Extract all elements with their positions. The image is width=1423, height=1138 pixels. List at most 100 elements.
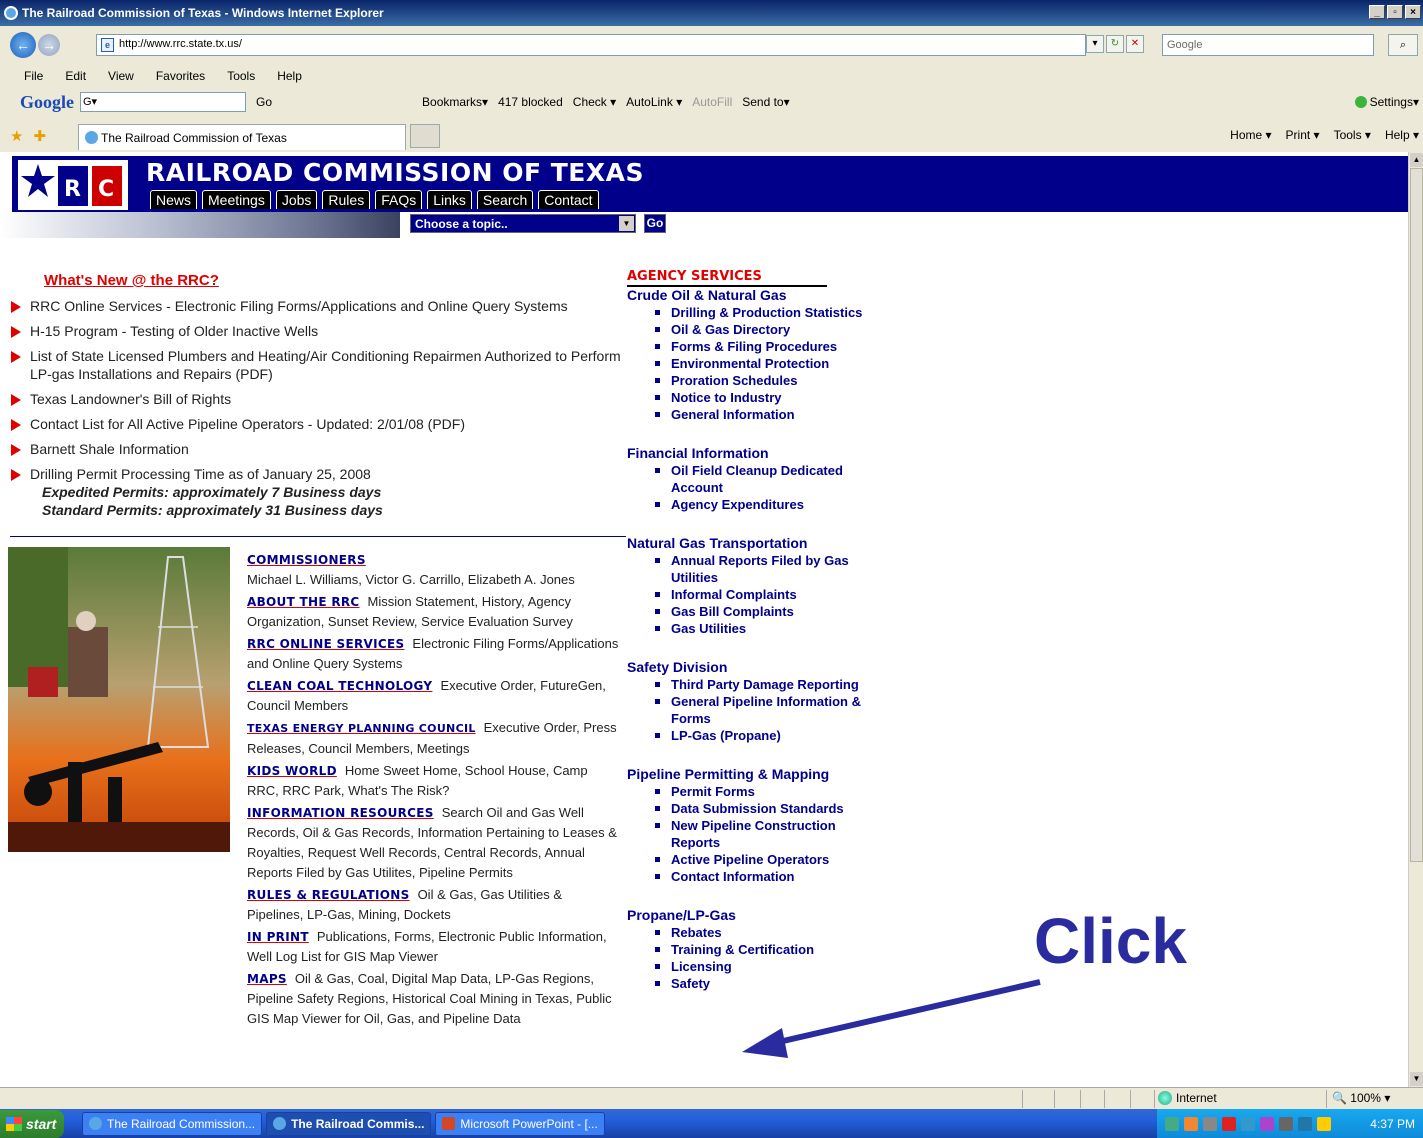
news-item[interactable]: Drilling Permit Processing Time as of Ja…	[10, 465, 626, 519]
section-propane[interactable]: Propane/LP-Gas	[627, 907, 867, 924]
link-active-operators[interactable]: Active Pipeline Operators	[653, 851, 867, 868]
new-tab-button[interactable]	[410, 124, 440, 148]
link-general-pipeline[interactable]: General Pipeline Information & Forms	[653, 693, 867, 727]
clean-coal-link[interactable]: Clean Coal Technology	[247, 679, 432, 693]
tray-icon[interactable]	[1165, 1116, 1179, 1131]
link-annual-reports[interactable]: Annual Reports Filed by Gas Utilities	[653, 552, 867, 586]
google-search-field[interactable]: G▾	[80, 92, 246, 112]
link-informal-complaints[interactable]: Informal Complaints	[653, 586, 867, 603]
help-button[interactable]: Help ▾	[1385, 128, 1419, 142]
nav-news[interactable]: News	[150, 190, 198, 209]
scroll-thumb[interactable]	[1410, 168, 1423, 862]
about-link[interactable]: About the RRC	[247, 595, 360, 609]
taskbar-item-ie2[interactable]: The Railroad Commis...	[266, 1111, 432, 1136]
refresh-icon[interactable]: ↻	[1106, 35, 1124, 53]
link-oil-field-cleanup[interactable]: Oil Field Cleanup Dedicated Account	[653, 462, 867, 496]
home-button[interactable]: Home ▾	[1230, 128, 1271, 142]
bookmarks-button[interactable]: Bookmarks▾	[422, 95, 488, 109]
link-notice-industry[interactable]: Notice to Industry	[653, 389, 867, 406]
autofill-button[interactable]: AutoFill	[692, 95, 732, 109]
section-pipeline-permitting[interactable]: Pipeline Permitting & Mapping	[627, 766, 867, 783]
search-input[interactable]: Google	[1162, 34, 1374, 56]
spell-check-button[interactable]: Check ▾	[573, 95, 616, 109]
topic-go-button[interactable]: Go	[644, 214, 666, 233]
news-item[interactable]: RRC Online Services - Electronic Filing …	[10, 297, 626, 315]
maps-link[interactable]: Maps	[247, 972, 287, 986]
tray-icon[interactable]	[1241, 1116, 1255, 1131]
link-permit-forms[interactable]: Permit Forms	[653, 783, 867, 800]
news-item[interactable]: Texas Landowner's Bill of Rights	[10, 390, 626, 408]
nav-search[interactable]: Search	[476, 190, 534, 209]
maximize-button[interactable]: ▫	[1387, 5, 1403, 19]
kids-world-link[interactable]: Kids World	[247, 764, 337, 778]
scroll-up-icon[interactable]: ▲	[1410, 153, 1423, 167]
section-safety[interactable]: Safety Division	[627, 659, 867, 676]
in-print-link[interactable]: In Print	[247, 930, 309, 944]
link-drilling-production[interactable]: Drilling & Production Statistics	[653, 304, 867, 321]
link-oil-gas-directory[interactable]: Oil & Gas Directory	[653, 321, 867, 338]
address-bar[interactable]: e http://www.rrc.state.tx.us/	[96, 34, 1086, 56]
add-favorite-icon[interactable]: ✚	[33, 127, 46, 145]
nav-jobs[interactable]: Jobs	[275, 190, 318, 209]
menu-edit[interactable]: Edit	[65, 69, 86, 83]
scroll-down-icon[interactable]: ▼	[1410, 1072, 1423, 1086]
zoom-level[interactable]: 🔍 100% ▾	[1332, 1091, 1390, 1105]
information-resources-link[interactable]: Information Resources	[247, 806, 434, 820]
menu-favorites[interactable]: Favorites	[156, 69, 205, 83]
section-gas-transport[interactable]: Natural Gas Transportation	[627, 535, 867, 552]
news-item[interactable]: List of State Licensed Plumbers and Heat…	[10, 347, 626, 383]
menu-tools[interactable]: Tools	[227, 69, 255, 83]
link-gas-utilities[interactable]: Gas Utilities	[653, 620, 867, 637]
section-crude-oil[interactable]: Crude Oil & Natural Gas	[627, 287, 867, 304]
vertical-scrollbar[interactable]: ▲ ▼	[1408, 152, 1423, 1087]
tools-button[interactable]: Tools ▾	[1334, 128, 1371, 142]
taskbar-item-ie1[interactable]: The Railroad Commission...	[82, 1111, 263, 1136]
nav-links[interactable]: Links	[427, 190, 472, 209]
nav-rules[interactable]: Rules	[322, 190, 371, 209]
link-data-submission[interactable]: Data Submission Standards	[653, 800, 867, 817]
start-button[interactable]: start	[0, 1109, 64, 1138]
forward-button[interactable]: →	[38, 34, 60, 56]
link-gas-bill-complaints[interactable]: Gas Bill Complaints	[653, 603, 867, 620]
link-training-certification[interactable]: Training & Certification	[653, 941, 867, 958]
close-button[interactable]: ×	[1405, 5, 1421, 19]
settings-button[interactable]: Settings▾	[1354, 95, 1419, 109]
link-contact-info[interactable]: Contact Information	[653, 868, 867, 885]
link-rebates[interactable]: Rebates	[653, 924, 867, 941]
back-button[interactable]: ←	[10, 32, 36, 58]
link-new-pipeline[interactable]: New Pipeline Construction Reports	[653, 817, 867, 851]
link-third-party-damage[interactable]: Third Party Damage Reporting	[653, 676, 867, 693]
tray-icon[interactable]	[1279, 1116, 1293, 1131]
stop-icon[interactable]: ✕	[1126, 35, 1144, 53]
energy-council-link[interactable]: Texas Energy Planning Council	[247, 722, 476, 735]
popup-blocked-count[interactable]: 417 blocked	[498, 95, 563, 109]
print-button[interactable]: Print ▾	[1286, 128, 1320, 142]
send-to-button[interactable]: Send to▾	[742, 95, 789, 109]
tray-icon[interactable]	[1260, 1116, 1274, 1131]
menu-view[interactable]: View	[108, 69, 134, 83]
clock[interactable]: 4:37 PM	[1370, 1117, 1415, 1131]
news-item[interactable]: Barnett Shale Information	[10, 440, 626, 458]
link-lp-gas-propane[interactable]: LP-Gas (Propane)	[653, 727, 867, 744]
menu-help[interactable]: Help	[277, 69, 302, 83]
favorites-star-icon[interactable]: ★	[10, 127, 23, 145]
tray-icon[interactable]	[1222, 1116, 1236, 1131]
link-forms-filing[interactable]: Forms & Filing Procedures	[653, 338, 867, 355]
google-go-button[interactable]: Go	[256, 95, 272, 109]
taskbar-item-powerpoint[interactable]: Microsoft PowerPoint - [...	[435, 1111, 605, 1136]
link-general-info[interactable]: General Information	[653, 406, 867, 423]
nav-contact[interactable]: Contact	[538, 190, 599, 209]
minimize-button[interactable]: _	[1369, 5, 1385, 19]
link-proration[interactable]: Proration Schedules	[653, 372, 867, 389]
rules-regulations-link[interactable]: Rules & Regulations	[247, 888, 410, 902]
news-item[interactable]: H-15 Program - Testing of Older Inactive…	[10, 322, 626, 340]
autolink-button[interactable]: AutoLink ▾	[626, 95, 682, 109]
dropdown-icon[interactable]: ▾	[1086, 35, 1104, 53]
section-financial[interactable]: Financial Information	[627, 445, 867, 462]
nav-meetings[interactable]: Meetings	[202, 190, 271, 209]
tray-icon[interactable]	[1203, 1116, 1217, 1131]
link-environmental[interactable]: Environmental Protection	[653, 355, 867, 372]
link-agency-expenditures[interactable]: Agency Expenditures	[653, 496, 867, 513]
tray-icon[interactable]	[1184, 1116, 1198, 1131]
topic-select[interactable]: Choose a topic.. ▼	[410, 214, 636, 233]
